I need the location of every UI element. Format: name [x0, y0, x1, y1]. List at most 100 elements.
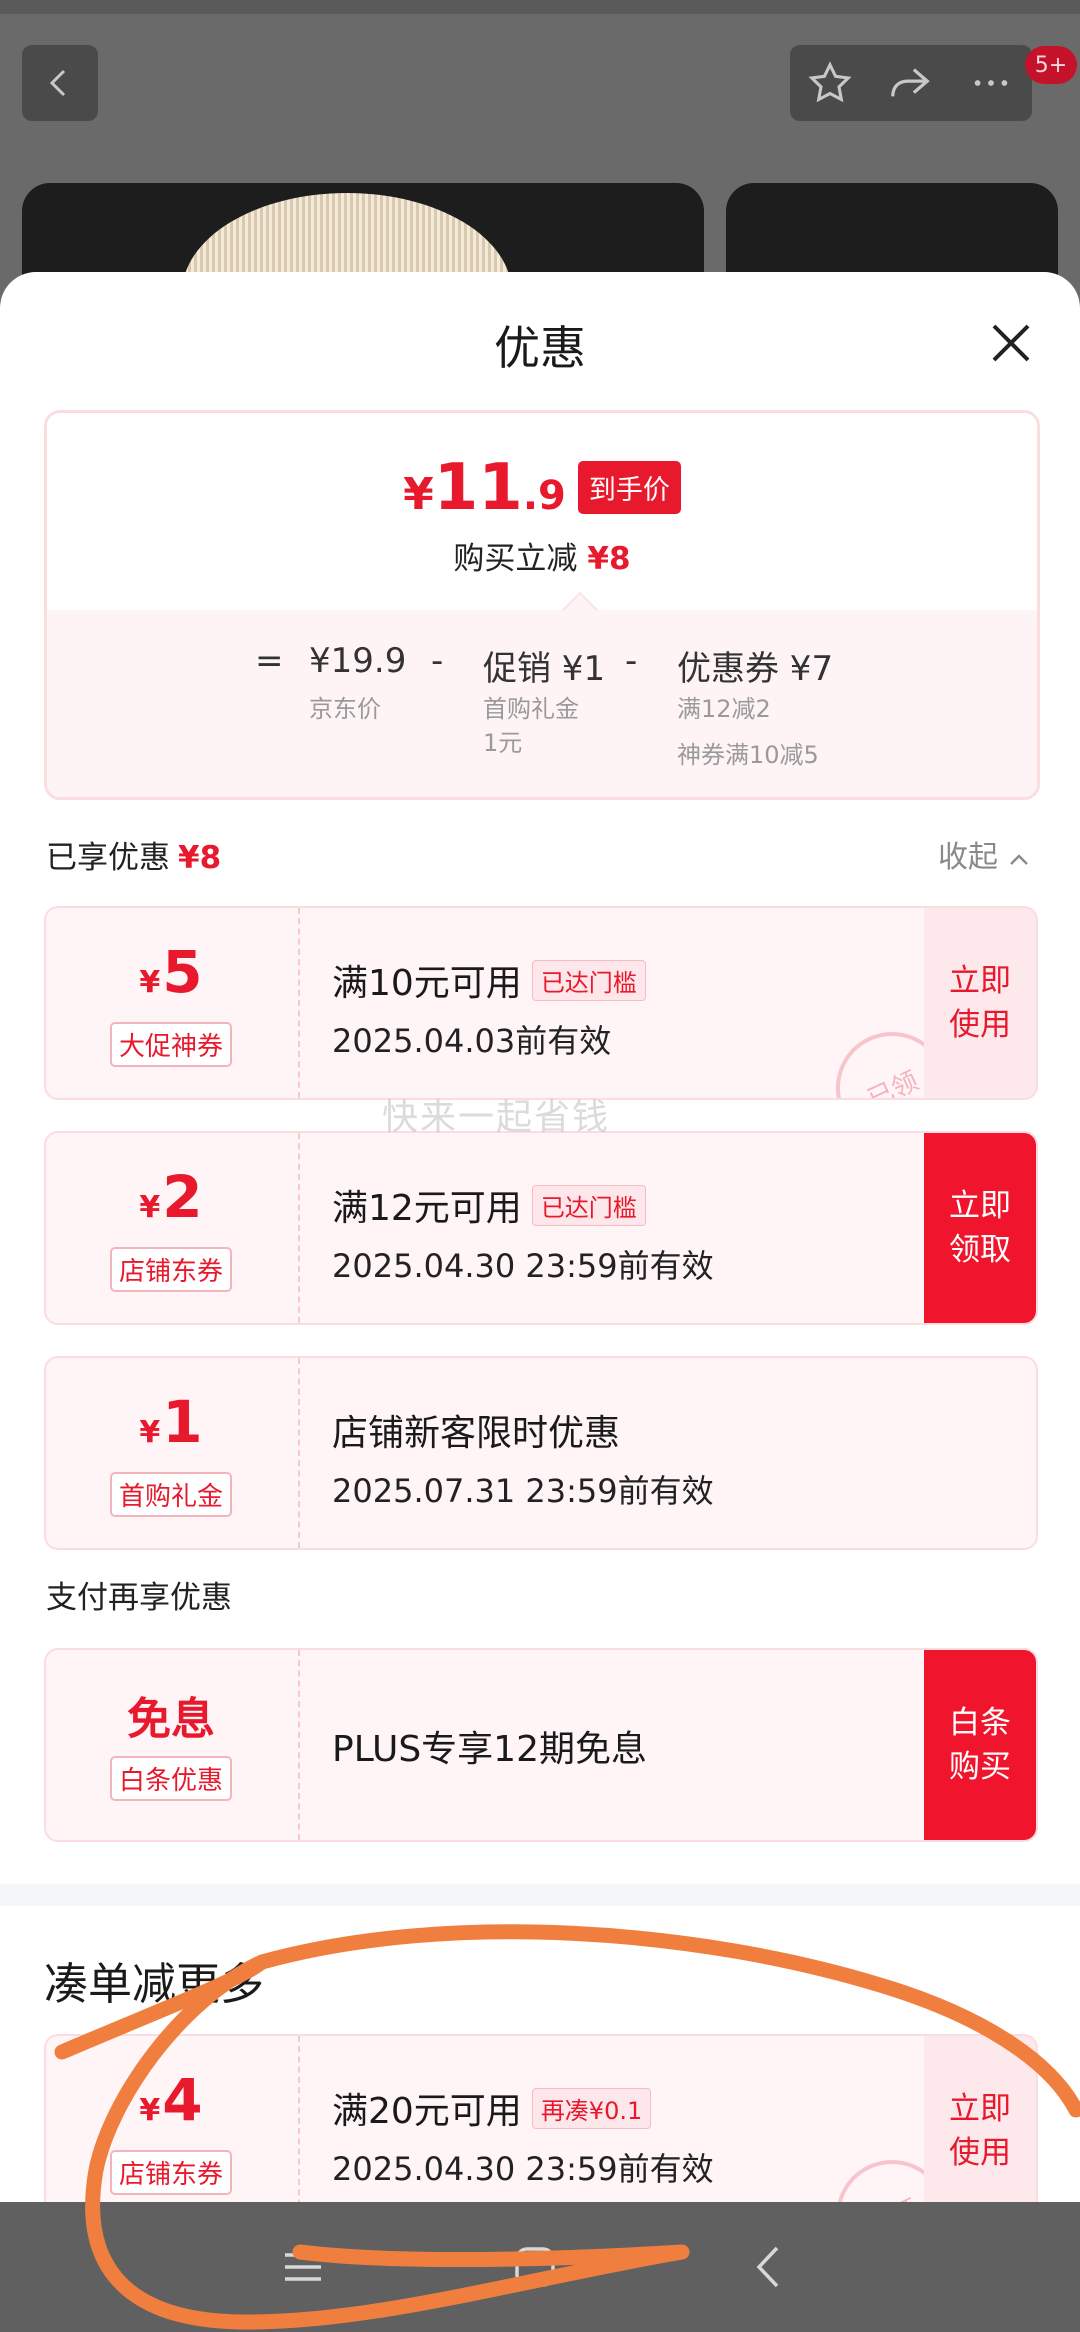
baitiao-buy-button[interactable]: 白条 购买	[924, 1650, 1036, 1840]
price-integer: 11	[433, 451, 523, 525]
use-now-label: 立即 使用	[949, 963, 1011, 1043]
watermark: 快来一起省钱	[382, 1097, 611, 1138]
enjoyed-amount: ¥8	[178, 840, 222, 876]
star-icon[interactable]	[807, 60, 853, 106]
pay-type: 白条优惠	[109, 1755, 232, 1801]
interest-free-word: 免息	[127, 1693, 215, 1745]
chevron-up-icon	[1009, 854, 1028, 865]
coupon-amount-value: 1	[162, 1388, 203, 1456]
threshold-badge: 已达门槛	[531, 1184, 646, 1226]
final-price-tag: 到手价	[577, 461, 681, 514]
coupon-card-2[interactable]: ¥2 店铺东券 满12元可用 已达门槛 2025.04.30 23:59前有效 立…	[44, 1131, 1038, 1325]
promo-value: 促销 ¥1	[483, 649, 606, 689]
coupon-amount-value: 4	[162, 2066, 203, 2134]
gap-badge: 再凑¥0.1	[531, 2087, 652, 2129]
coupon-currency: ¥	[139, 2093, 161, 2128]
collapse-button[interactable]: 收起	[938, 832, 1030, 876]
coupon-type: 首购礼金	[109, 1472, 232, 1517]
more-icon[interactable]	[967, 60, 1015, 106]
minus-sign-2: -	[625, 641, 638, 681]
coupon-type: 店铺东券	[109, 1247, 232, 1292]
collapse-label: 收起	[938, 840, 998, 875]
coupon-card-1[interactable]: ¥5 大促神券 满10元可用 已达门槛 2025.04.03前有效 已领 立即 使…	[44, 906, 1038, 1100]
coupon-validity: 2025.07.31 23:59前有效	[332, 1472, 714, 1510]
pay-title: PLUS专享12期免息	[332, 1729, 647, 1770]
pay-discount-label: 支付再享优惠	[46, 1580, 232, 1616]
coupon-note-1: 满12减2	[677, 695, 771, 723]
coupon-validity: 2025.04.30 23:59前有效	[332, 1247, 714, 1285]
coupon-card-4[interactable]: ¥4 店铺东券 满20元可用 再凑¥0.1 2025.04.30 23:59前有效…	[44, 2034, 1038, 2228]
back-nav-icon	[756, 2246, 779, 2288]
baitiao-buy-label: 白条 购买	[949, 1705, 1011, 1785]
coupon-condition-text: 满10元可用	[332, 963, 522, 1004]
coupon-condition: 满12元可用 已达门槛	[332, 1179, 714, 1231]
use-now-label: 立即 使用	[949, 2091, 1011, 2171]
coupon-divider	[298, 1358, 300, 1548]
price-decimal: .9	[522, 473, 566, 519]
coupon-value-block: ¥2 店铺东券	[46, 1133, 296, 1323]
coupon-info: 满12元可用 已达门槛 2025.04.30 23:59前有效	[332, 1179, 714, 1287]
top-toolbar	[790, 45, 1032, 121]
enjoyed-label: 已享优惠	[46, 840, 170, 876]
coupon-divider	[298, 1650, 300, 1840]
claim-now-button[interactable]: 立即 领取	[924, 1133, 1036, 1323]
coupon-value-block: ¥4 店铺东券	[46, 2036, 296, 2226]
coupon-validity: 2025.04.30 23:59前有效	[332, 2150, 714, 2188]
coupon-type: 店铺东券	[109, 2150, 232, 2195]
instant-reduction: 购买立减 ¥8	[47, 533, 1037, 578]
coupon-amount: ¥2	[139, 1164, 202, 1241]
coupon-card-3[interactable]: ¥1 首购礼金 店铺新客限时优惠 2025.07.31 23:59前有效	[44, 1356, 1038, 1550]
coupon-value: 优惠券 ¥7	[677, 649, 834, 689]
coupon-condition-text: 满20元可用	[332, 2091, 522, 2132]
price-currency: ¥	[403, 469, 434, 520]
more-deals-title: 凑单减更多	[44, 1959, 264, 2010]
final-price: ¥ 11 .9 到手价	[47, 451, 1037, 525]
equals-sign: =	[255, 641, 284, 681]
use-now-button[interactable]: 立即 使用	[924, 2036, 1036, 2226]
baitiao-card[interactable]: 免息 白条优惠 PLUS专享12期免息 白条 购买	[44, 1648, 1038, 1842]
coupon-info: 满10元可用 已达门槛 2025.04.03前有效	[332, 954, 646, 1062]
menu-button[interactable]	[258, 2222, 348, 2312]
reduce-amount: ¥8	[587, 541, 631, 577]
coupon-note-2: 神券满10减5	[677, 741, 819, 769]
coupon-divider	[298, 1133, 300, 1323]
section-separator	[0, 1884, 1080, 1906]
use-now-button[interactable]: 立即 使用	[924, 908, 1036, 1098]
promo-note-2: 1元	[483, 729, 523, 757]
coupon-currency: ¥	[139, 965, 161, 1000]
coupon-currency: ¥	[139, 1190, 161, 1225]
coupon-amount-value: 5	[162, 938, 203, 1006]
discount-sheet: 优惠 ¥ 11 .9 到手价 购买立减 ¥8 = ¥19.9 京东价 - 促销 ¥…	[0, 272, 1080, 2228]
coupon-title: 店铺新客限时优惠	[332, 1413, 621, 1454]
threshold-badge: 已达门槛	[531, 959, 646, 1001]
price-summary-card: ¥ 11 .9 到手价 购买立减 ¥8 = ¥19.9 京东价 - 促销 ¥1 首…	[44, 410, 1040, 800]
back-button[interactable]	[22, 45, 98, 121]
coupon-amount: ¥1	[139, 1389, 202, 1466]
coupon-value-block: ¥5 大促神券	[46, 908, 296, 1098]
coupon-amount: ¥4	[139, 2067, 202, 2144]
coupon-amount: ¥5	[139, 939, 202, 1016]
coupon-divider	[298, 908, 300, 1098]
sheet-title: 优惠	[494, 321, 586, 375]
coupon-amount-value: 2	[162, 1163, 203, 1231]
coupon-currency: ¥	[139, 1415, 161, 1450]
home-button[interactable]	[490, 2222, 580, 2312]
back-icon	[49, 69, 66, 97]
coupon-info: 店铺新客限时优惠 2025.07.31 23:59前有效	[332, 1404, 714, 1512]
share-icon[interactable]	[886, 60, 934, 106]
coupon-condition: 满20元可用 再凑¥0.1	[332, 2082, 714, 2134]
coupon-divider	[298, 2036, 300, 2226]
status-bar	[0, 0, 1080, 14]
coupon-condition-text: 满12元可用	[332, 1188, 522, 1229]
nav-back-button[interactable]	[724, 2222, 814, 2312]
enjoyed-discount-label: 已享优惠 ¥8	[46, 832, 221, 877]
coupon-info: 满20元可用 再凑¥0.1 2025.04.30 23:59前有效	[332, 2082, 714, 2190]
coupon-validity: 2025.04.03前有效	[332, 1022, 612, 1060]
close-icon[interactable]	[980, 312, 1042, 374]
coupon-type: 大促神券	[109, 1022, 232, 1067]
notification-badge: 5+	[1025, 46, 1077, 84]
base-price-label: 京东价	[309, 695, 381, 723]
base-price: ¥19.9	[309, 641, 407, 681]
menu-icon	[285, 2253, 321, 2281]
pay-value-block: 免息 白条优惠	[46, 1650, 296, 1840]
